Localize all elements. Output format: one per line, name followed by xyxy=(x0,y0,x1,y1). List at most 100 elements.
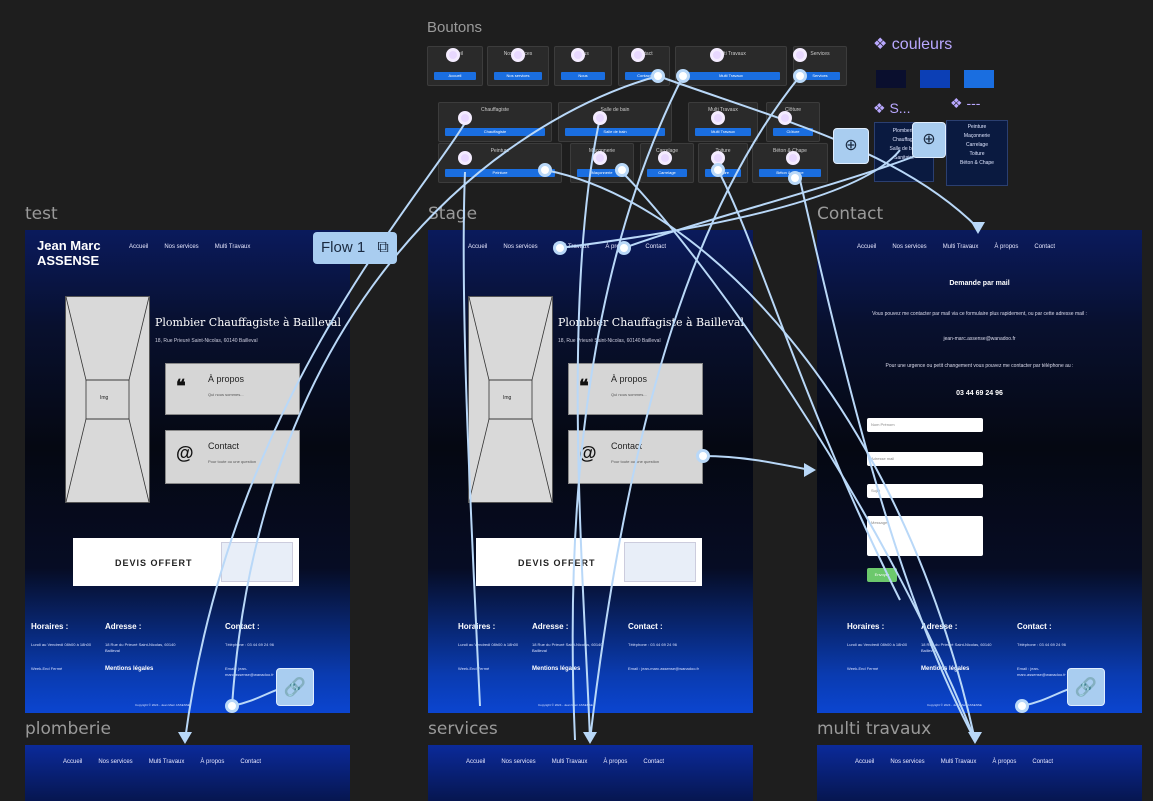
nav-item[interactable]: Nos services xyxy=(164,244,198,250)
connection-node[interactable] xyxy=(593,111,607,125)
nav-item[interactable]: À propos xyxy=(603,759,627,765)
devis-banner[interactable]: DEVIS OFFERT xyxy=(476,538,702,586)
nav-item[interactable]: Nos services xyxy=(503,244,537,250)
connection-node[interactable] xyxy=(458,111,472,125)
nav-item[interactable]: Accueil xyxy=(855,759,874,765)
button-variant[interactable]: Nos services xyxy=(494,72,542,80)
nav-item[interactable]: Nos services xyxy=(892,244,926,250)
card-about[interactable]: ❝ À propos Qui nous sommes... xyxy=(568,363,703,415)
nav-item[interactable]: À propos xyxy=(992,759,1016,765)
color-swatch[interactable] xyxy=(964,70,994,88)
connection-node[interactable] xyxy=(696,449,710,463)
button-component[interactable]: Salle de bain Salle de bain xyxy=(558,102,672,142)
connection-node[interactable] xyxy=(793,69,807,83)
button-variant[interactable]: Accueil xyxy=(434,72,476,80)
menu-item[interactable]: Béton & Chape xyxy=(947,159,1007,168)
nav-item[interactable]: Accueil xyxy=(129,244,148,250)
nav-item[interactable]: Accueil xyxy=(857,244,876,250)
card-contact[interactable]: @ Contact Pour toute ou une question xyxy=(568,430,703,484)
connection-node[interactable] xyxy=(446,48,460,62)
frame-contact[interactable]: Accueil Nos services Multi Travaux À propos… xyxy=(817,230,1142,713)
connection-node[interactable] xyxy=(631,48,645,62)
play-frame-icon[interactable]: ⧉ xyxy=(377,239,388,256)
connection-node[interactable] xyxy=(571,48,585,62)
card-about[interactable]: ❝ À propos Qui nous sommes... xyxy=(165,363,300,415)
email-field[interactable]: Adresse mail xyxy=(867,452,983,466)
button-variant[interactable]: Salle de bain xyxy=(565,128,665,136)
nav-item[interactable]: Nos services xyxy=(890,759,924,765)
subject-field[interactable]: Sujet xyxy=(867,484,983,498)
connection-node[interactable] xyxy=(793,48,807,62)
connection-node[interactable] xyxy=(615,163,629,177)
connection-node[interactable] xyxy=(778,111,792,125)
nav-item[interactable]: Multi Travaux xyxy=(149,759,185,765)
menu-item[interactable]: Toiture xyxy=(947,150,1007,159)
name-field[interactable]: Nom Prénom xyxy=(867,418,983,432)
nav-item[interactable]: Accueil xyxy=(468,244,487,250)
button-component[interactable]: Clôture Clôture xyxy=(766,102,820,142)
color-swatch[interactable] xyxy=(876,70,906,88)
connection-node[interactable] xyxy=(711,111,725,125)
connection-node[interactable] xyxy=(593,151,607,165)
connection-node[interactable] xyxy=(538,163,552,177)
connection-node[interactable] xyxy=(511,48,525,62)
button-variant[interactable]: Multi Travaux xyxy=(682,72,780,80)
link-icon[interactable]: 🔗 xyxy=(276,668,314,706)
connection-node[interactable] xyxy=(658,151,672,165)
nav-item[interactable]: Accueil xyxy=(466,759,485,765)
nav-item[interactable]: Contact xyxy=(643,759,664,765)
button-variant[interactable]: Multi Travaux xyxy=(695,128,751,136)
menu-item[interactable]: Maçonnerie xyxy=(947,132,1007,141)
frame-multi-travaux[interactable]: Accueil Nos services Multi Travaux À propos… xyxy=(817,745,1142,801)
button-variant[interactable]: Carrelage xyxy=(647,169,687,177)
link-icon[interactable]: 🔗 xyxy=(1067,668,1105,706)
connection-node[interactable] xyxy=(1015,699,1029,713)
nav-item[interactable]: Contact xyxy=(645,244,666,250)
nav-item[interactable]: Nos services xyxy=(501,759,535,765)
button-component[interactable]: ToitureToiture xyxy=(698,143,748,183)
add-overlay-icon[interactable]: ⊕ xyxy=(912,122,946,158)
flow-starting-point[interactable]: Flow 1 ⧉ xyxy=(313,232,397,264)
nav-item[interactable]: Multi Travaux xyxy=(215,244,251,250)
nav-item[interactable]: Contact xyxy=(1034,244,1055,250)
button-variant[interactable]: Chauffagiste xyxy=(445,128,545,136)
button-component[interactable]: Chauffagiste Chauffagiste xyxy=(438,102,552,142)
button-component[interactable]: Multi Travaux Multi Travaux xyxy=(675,46,787,86)
color-swatch[interactable] xyxy=(920,70,950,88)
connection-node[interactable] xyxy=(788,171,802,185)
nav-item[interactable]: Contact xyxy=(1032,759,1053,765)
add-overlay-icon[interactable]: ⊕ xyxy=(833,128,869,164)
devis-banner[interactable]: DEVIS OFFERT xyxy=(73,538,299,586)
connection-node[interactable] xyxy=(617,241,631,255)
nav-item[interactable]: Multi Travaux xyxy=(552,759,588,765)
connection-node[interactable] xyxy=(786,151,800,165)
frame-services[interactable]: Accueil Nos services Multi Travaux À propos… xyxy=(428,745,753,801)
message-field[interactable]: Message xyxy=(867,516,983,556)
button-variant[interactable]: Nous xyxy=(561,72,605,80)
nav-item[interactable]: Multi Travaux xyxy=(943,244,979,250)
nav-item[interactable]: Accueil xyxy=(63,759,82,765)
nav-item[interactable]: Multi Travaux xyxy=(941,759,977,765)
frame-test[interactable]: Jean Marc ASSENSE Accueil Nos services Mult… xyxy=(25,230,350,713)
contact-urgent: Pour une urgence ou petit changement vou… xyxy=(885,363,1074,369)
connection-node[interactable] xyxy=(553,241,567,255)
frame-stage[interactable]: AccueilNos servicesMulti TravauxÀ propos… xyxy=(428,230,753,713)
connection-node[interactable] xyxy=(710,48,724,62)
connection-node[interactable] xyxy=(225,699,239,713)
card-contact[interactable]: @ Contact Pour toute ou une question xyxy=(165,430,300,484)
connection-node[interactable] xyxy=(651,69,665,83)
site-logo[interactable]: Jean Marc ASSENSE xyxy=(37,238,101,268)
submit-button[interactable]: Envoyer xyxy=(867,568,897,582)
nav-item[interactable]: Nos services xyxy=(98,759,132,765)
menu-item[interactable]: Carrelage xyxy=(947,141,1007,150)
menu-item[interactable]: Peinture xyxy=(947,123,1007,132)
nav-item[interactable]: À propos xyxy=(200,759,224,765)
nav-item[interactable]: Contact xyxy=(240,759,261,765)
frame-plomberie[interactable]: Accueil Nos services Multi Travaux À propos… xyxy=(25,745,350,801)
menu-multi-travaux-dropdown[interactable]: Peinture Maçonnerie Carrelage Toiture Béton … xyxy=(946,120,1008,186)
nav-item[interactable]: À propos xyxy=(994,244,1018,250)
connection-node[interactable] xyxy=(676,69,690,83)
connection-node[interactable] xyxy=(458,151,472,165)
button-variant[interactable]: Clôture xyxy=(773,128,813,136)
connection-node[interactable] xyxy=(711,163,725,177)
